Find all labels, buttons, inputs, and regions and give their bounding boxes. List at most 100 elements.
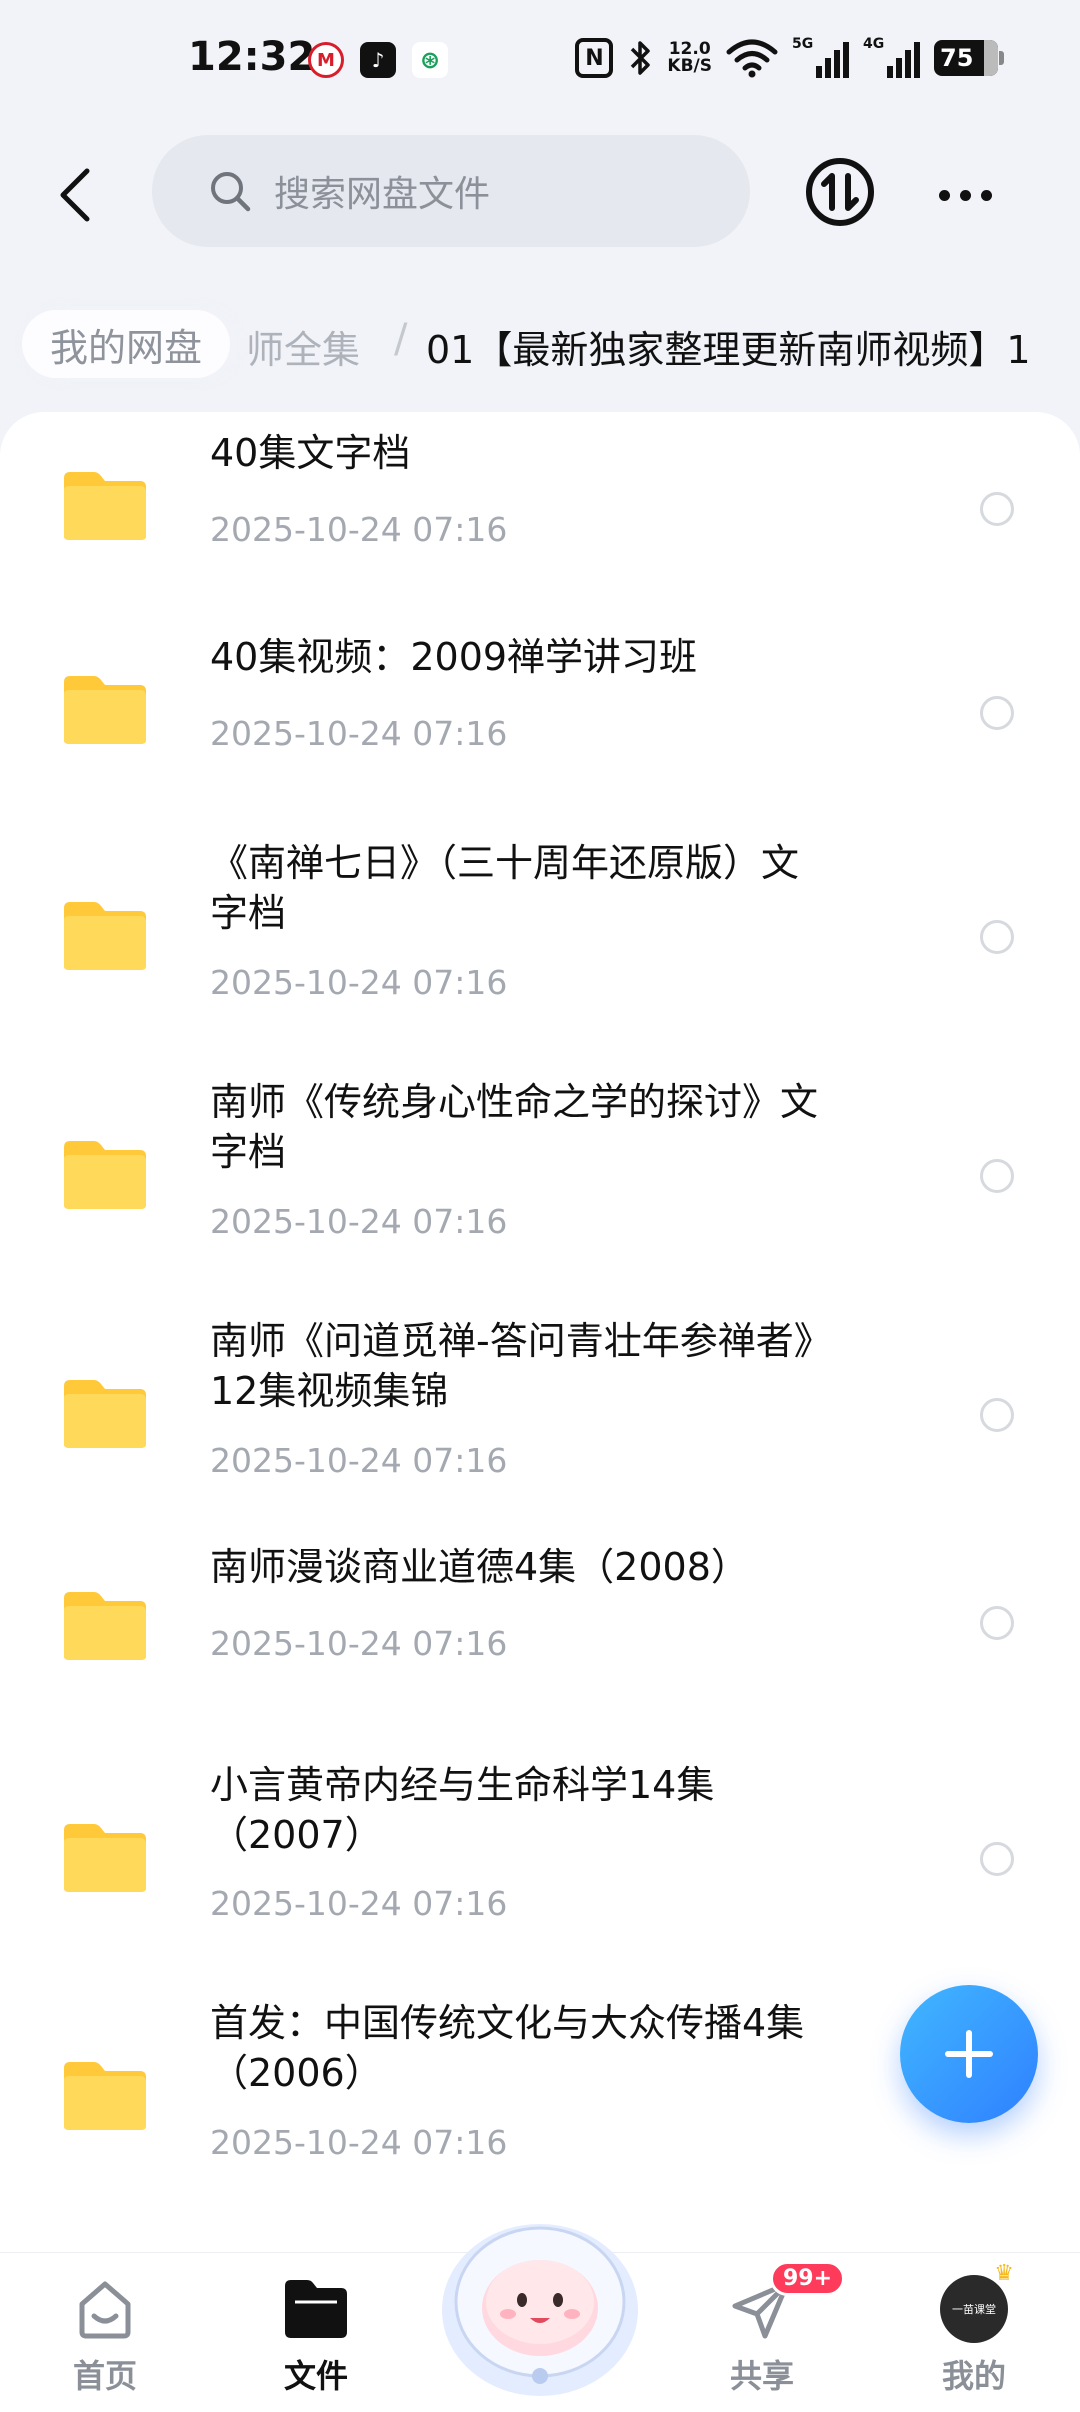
file-name: 南师《问道觅禅-答问青壮年参禅者》 12集视频集锦 [210,1316,900,1416]
file-name-line: 南师漫谈商业道德4集（2008） [210,1545,749,1589]
nav-share[interactable]: 99+ 共享 [692,2261,846,2403]
wifi-icon [726,38,778,78]
network-speed-unit: KB/S [667,56,712,76]
folder-icon [64,472,146,540]
select-checkbox[interactable] [980,1398,1014,1432]
select-checkbox[interactable] [980,1842,1014,1876]
more-icon-dot [938,189,950,201]
nav-files[interactable]: 文件 [246,2273,386,2403]
signal-4g-tag: 4G [863,36,885,52]
breadcrumb-parent[interactable]: 师全集 [246,319,360,374]
avatar: ♛ 一苗课堂 [938,2261,1014,2345]
more-button[interactable] [930,170,1000,220]
select-checkbox[interactable] [980,1159,1014,1193]
file-date: 2025-10-24 07:16 [210,2123,508,2162]
file-name: 南师漫谈商业道德4集（2008） [210,1542,900,1592]
file-name-line: 40集视频：2009禅学讲习班 [210,635,698,679]
nav-share-label: 共享 [729,2357,794,2395]
select-checkbox[interactable] [980,696,1014,730]
back-arrow-icon [60,168,90,222]
list-item[interactable]: 小言黄帝内经与生命科学14集 （2007） 2025-10-24 07:16 [0,1750,1080,1980]
nav-files-label: 文件 [283,2357,348,2395]
file-name: 《南禅七日》（三十周年还原版）文 字档 [210,838,900,938]
select-checkbox[interactable] [980,920,1014,954]
battery-icon: 75 [934,40,1004,76]
signal-5g-tag: 5G [792,36,814,52]
list-item[interactable]: 南师《传统身心性命之学的探讨》文 字档 2025-10-24 07:16 [0,1077,1080,1307]
home-icon [69,2273,141,2345]
metro-app-icon: M [308,42,344,78]
folder-icon [64,902,146,970]
file-list: 40集文字档 2025-10-24 07:16 40集视频：2009禅学讲习班 … [0,412,1080,2252]
folder-icon [64,1141,146,1209]
file-name-line: 南师《传统身心性命之学的探讨》文 [210,1080,819,1124]
nav-home[interactable]: 首页 [35,2273,175,2403]
folder-icon [64,676,146,744]
file-name-line: 《南禅七日》（三十周年还原版）文 [210,841,800,885]
file-name-line: 字档 [210,1130,287,1174]
crown-icon: ♛ [994,2261,1014,2286]
file-name-line: 12集视频集锦 [210,1369,449,1413]
file-name-line: 南师《问道觅禅-答问青壮年参禅者》 [210,1319,832,1363]
back-button[interactable] [40,160,110,230]
file-date: 2025-10-24 07:16 [210,1884,508,1923]
file-date: 2025-10-24 07:16 [210,1441,508,1480]
folder-icon [64,1592,146,1660]
search-input[interactable]: 搜索网盘文件 [152,135,750,247]
file-date: 2025-10-24 07:16 [210,510,508,549]
transfer-button[interactable] [804,156,876,228]
select-checkbox[interactable] [980,1606,1014,1640]
file-name: 40集视频：2009禅学讲习班 [210,632,900,682]
signal-4g-icon: 4G [863,36,920,78]
add-button[interactable] [900,1985,1038,2123]
avatar-text: 一苗课堂 [952,2303,996,2316]
file-name-line: 字档 [210,891,287,935]
list-item[interactable]: 《南禅七日》（三十周年还原版）文 字档 2025-10-24 07:16 [0,838,1080,1068]
search-placeholder: 搜索网盘文件 [274,174,491,215]
avatar-image: ♛ 一苗课堂 [940,2261,1014,2343]
paper-plane-icon: 99+ [726,2261,846,2345]
list-item[interactable]: 40集视频：2009禅学讲习班 2025-10-24 07:16 [0,616,1080,816]
breadcrumb-root[interactable]: 我的网盘 [22,310,231,378]
select-checkbox[interactable] [980,492,1014,526]
transfer-icon [806,158,874,226]
top-bar: 搜索网盘文件 [0,130,1080,260]
folder-icon [64,1380,146,1448]
bluetooth-icon [627,38,653,78]
list-item[interactable]: 南师《问道觅禅-答问青壮年参禅者》 12集视频集锦 2025-10-24 07:… [0,1316,1080,1546]
breadcrumb-current: 01【最新独家整理更新南师视频】1 [426,328,1031,372]
file-name-line: 小言黄帝内经与生命科学14集 [210,1763,715,1807]
system-icons: N 12.0 KB/S 5G 4G 75 [575,36,1004,78]
file-name: 南师《传统身心性命之学的探讨》文 字档 [210,1077,900,1177]
more-icon-dot [980,189,992,201]
list-item[interactable]: 40集文字档 2025-10-24 07:16 [0,412,1080,612]
nav-mine-label: 我的 [941,2357,1006,2395]
network-speed: 12.0 KB/S [667,38,712,78]
file-name: 小言黄帝内经与生命科学14集 （2007） [210,1760,900,1860]
file-name: 首发：中国传统文化与大众传播4集 （2006） [210,1998,900,2098]
folder-icon [64,1824,146,1892]
plus-icon [945,2030,993,2078]
list-item[interactable]: 南师漫谈商业道德4集（2008） 2025-10-24 07:16 [0,1545,1080,1762]
nav-home-label: 首页 [72,2357,137,2395]
file-date: 2025-10-24 07:16 [210,1624,508,1663]
mascot-icon[interactable] [430,2190,650,2400]
file-date: 2025-10-24 07:16 [210,963,508,1002]
breadcrumb-separator: / [394,316,408,362]
file-name-line: 首发：中国传统文化与大众传播4集 [210,2001,805,2045]
file-date: 2025-10-24 07:16 [210,1202,508,1241]
file-name-line: （2006） [210,2051,383,2095]
file-name: 40集文字档 [210,428,900,478]
file-name-line: （2007） [210,1813,383,1857]
nfc-icon: N [575,38,614,78]
more-icon-dot [959,189,971,201]
status-time: 12:32 [188,34,316,80]
battery-level: 75 [940,44,974,72]
status-bar: 12:32 M ♪ ⊛ N 12.0 KB/S 5G 4G 75 [0,0,1080,120]
signal-5g-icon: 5G [792,36,849,78]
file-name-line: 40集文字档 [210,431,411,475]
breadcrumb: 我的网盘 师全集 / 01【最新独家整理更新南师视频】1 [0,290,1080,400]
notification-icons: M ♪ ⊛ [308,42,448,78]
folder-tab-icon [280,2273,352,2345]
nav-mine[interactable]: ♛ 一苗课堂 我的 [904,2261,1044,2403]
